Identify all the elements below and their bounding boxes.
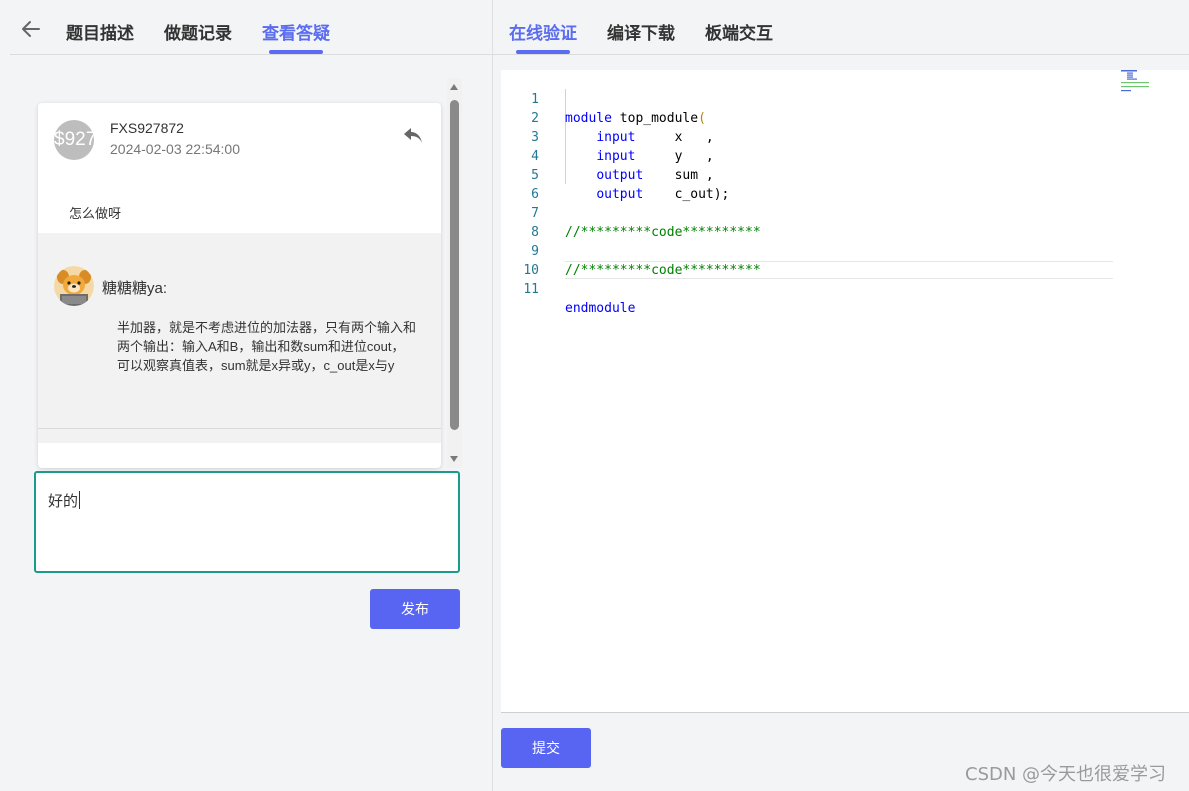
scroll-down-icon[interactable] [450, 456, 458, 462]
code-keyword: endmodule [565, 301, 636, 316]
answer-body: 半加器，就是不考虑进位的加法器，只有两个输入和两个输出：输入A和B，输出和数su… [117, 320, 417, 373]
line-number: 11 [523, 282, 539, 297]
watermark: CSDN @今天也很爱学习 [965, 764, 1167, 785]
back-arrow-icon[interactable] [20, 18, 42, 40]
tab-submission-history[interactable]: 做题记录 [164, 19, 232, 44]
submit-button[interactable]: 提交 [501, 728, 591, 768]
tab-view-qa[interactable]: 查看答疑 [262, 19, 330, 54]
tab-label: 查看答疑 [262, 24, 330, 44]
code-line[interactable]: 8 [501, 204, 1113, 240]
code-minimap[interactable] [1121, 70, 1151, 92]
scroll-up-icon[interactable] [450, 84, 458, 90]
code-line[interactable]: 11 endmodule [501, 261, 1113, 316]
tab-underline [269, 50, 323, 54]
reply-input[interactable]: 好的 [34, 471, 460, 573]
code-line[interactable]: 5 output c_out); [501, 147, 1113, 202]
tab-label: 板端交互 [705, 24, 773, 44]
left-tab-bar: 题目描述 做题记录 查看答疑 [10, 0, 492, 55]
pane-divider[interactable] [492, 0, 493, 791]
reply-arrow-icon[interactable] [402, 126, 424, 146]
answer-block: 糖糖糖ya: 半加器，就是不考虑进位的加法器，只有两个输入和两个输出：输入A和B… [38, 233, 441, 428]
qa-scroll-area[interactable]: $927 FXS927872 2024-02-03 22:54:00 怎么做呀 [38, 78, 462, 468]
publish-button[interactable]: 发布 [370, 589, 460, 629]
code-editor[interactable]: 1 module top_module( 2 input x , 3 input… [501, 70, 1189, 713]
code-line[interactable]: 3 input y , [501, 109, 1113, 164]
answer-block-tail [38, 429, 441, 443]
right-tab-bar: 在线验证 编译下载 板端交互 [493, 0, 1189, 55]
code-line[interactable]: 10 [501, 242, 1113, 278]
tab-label: 编译下载 [607, 24, 675, 44]
question-body: 怎么做呀 [69, 206, 122, 221]
code-line[interactable]: 6 [501, 166, 1113, 202]
tab-online-verify[interactable]: 在线验证 [509, 19, 577, 54]
code-line[interactable]: 9 //*********code********** [501, 223, 1113, 278]
tab-problem-description[interactable]: 题目描述 [66, 19, 134, 44]
scrollbar-thumb[interactable] [450, 100, 459, 430]
left-pane: 题目描述 做题记录 查看答疑 $927 FXS927872 2024-02-03… [0, 0, 492, 791]
code-line[interactable]: 4 output sum , [501, 128, 1113, 183]
question-username: FXS927872 [110, 120, 184, 136]
answer-username: 糖糖糖ya: [102, 280, 168, 297]
code-line[interactable]: 2 input x , [501, 90, 1113, 145]
tab-board-interaction[interactable]: 板端交互 [705, 19, 773, 44]
vertical-scrollbar[interactable] [447, 78, 462, 468]
tab-label: 在线验证 [509, 24, 577, 44]
reply-input-value: 好的 [48, 492, 79, 510]
code-line[interactable]: 7 //*********code********** [501, 185, 1113, 240]
tab-compile-download[interactable]: 编译下载 [607, 19, 675, 44]
tab-underline [516, 50, 570, 54]
tab-label: 做题记录 [164, 24, 232, 44]
question-time: 2024-02-03 22:54:00 [110, 141, 240, 157]
tab-label: 题目描述 [66, 24, 134, 44]
text-caret [79, 491, 81, 509]
avatar: $927 [54, 120, 94, 160]
question-card: $927 FXS927872 2024-02-03 22:54:00 怎么做呀 [38, 103, 441, 468]
dog-avatar-icon [54, 266, 94, 306]
code-line[interactable]: 1 module top_module( [501, 71, 1113, 126]
